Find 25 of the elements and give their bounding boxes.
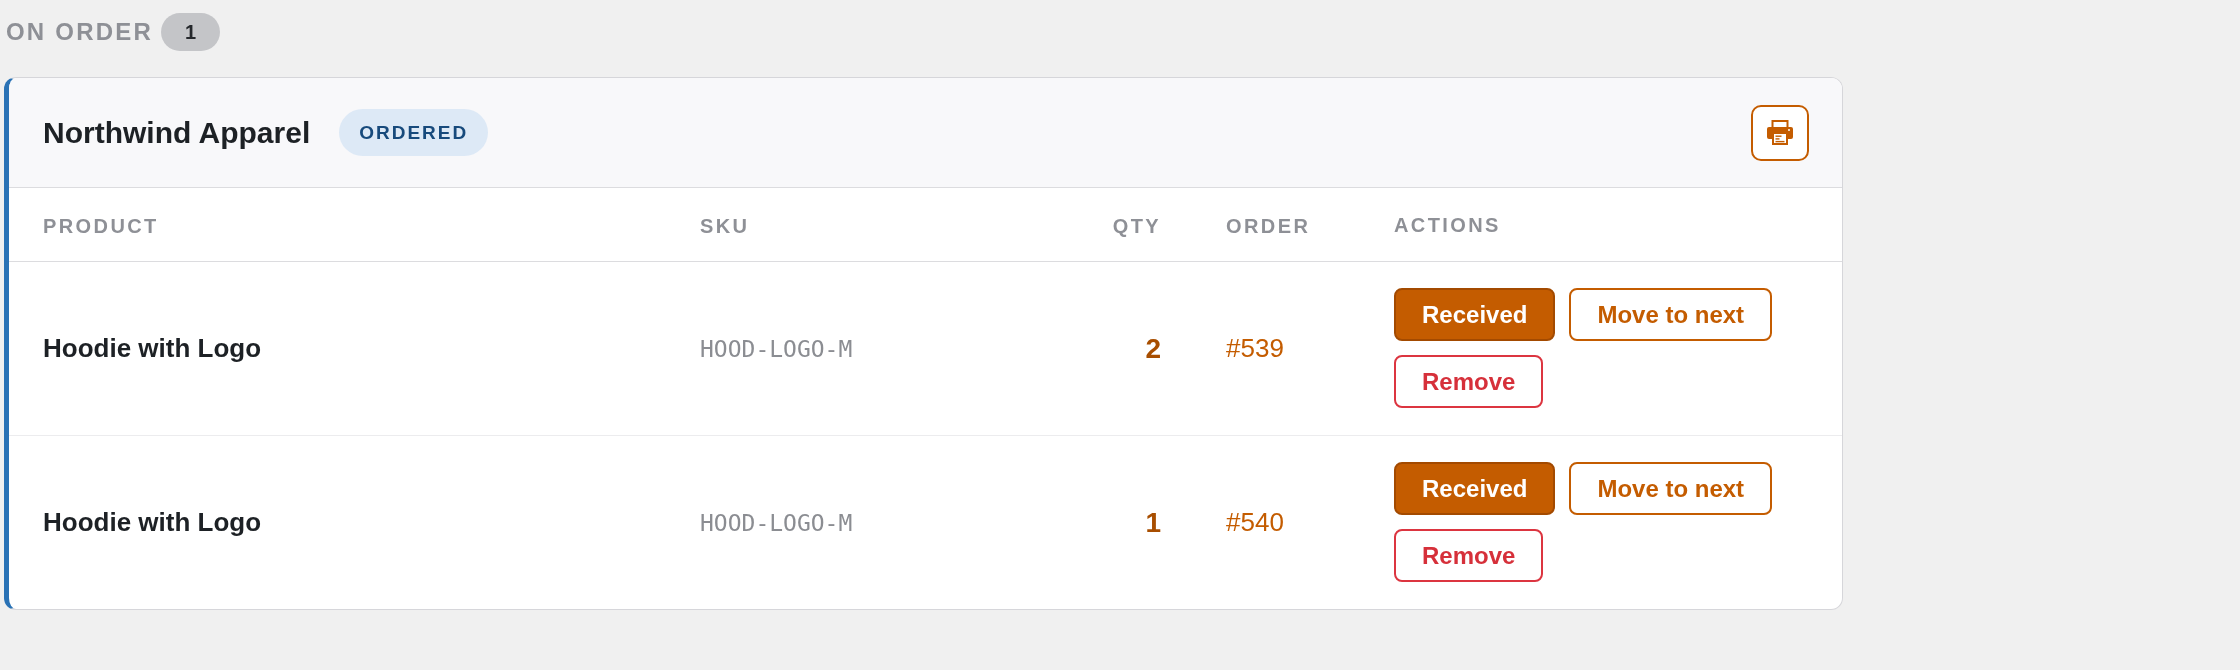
received-button[interactable]: Received (1394, 288, 1556, 341)
product-name: Hoodie with Logo (43, 333, 262, 363)
column-header: PRODUCT (43, 214, 159, 237)
count-badge: 1 (160, 13, 221, 51)
quantity-text: 2 (1145, 332, 1161, 364)
remove-button[interactable]: Remove (1394, 355, 1544, 408)
status-badge: ORDERED (339, 109, 489, 156)
received-button[interactable]: Received (1394, 462, 1556, 515)
column-header: SKU (700, 214, 750, 237)
order-link[interactable]: #540 (1226, 507, 1284, 537)
move-to-next-button[interactable]: Move to next (1569, 288, 1773, 341)
sku-text: HOOD-LOGO-M (700, 335, 853, 362)
order-link[interactable]: #539 (1226, 333, 1284, 363)
remove-button[interactable]: Remove (1394, 529, 1544, 582)
column-header: ACTIONS (1394, 214, 1501, 236)
move-to-next-button[interactable]: Move to next (1569, 462, 1773, 515)
supplier-name: Northwind Apparel (43, 115, 311, 150)
column-header: ORDER (1226, 214, 1311, 237)
quantity-text: 1 (1145, 506, 1161, 538)
print-button[interactable] (1751, 104, 1809, 161)
section-title: ON ORDER (6, 18, 153, 46)
product-name: Hoodie with Logo (43, 507, 262, 537)
sku-text: HOOD-LOGO-M (700, 509, 853, 536)
printer-icon (1767, 120, 1793, 145)
column-header: QTY (1112, 214, 1161, 237)
